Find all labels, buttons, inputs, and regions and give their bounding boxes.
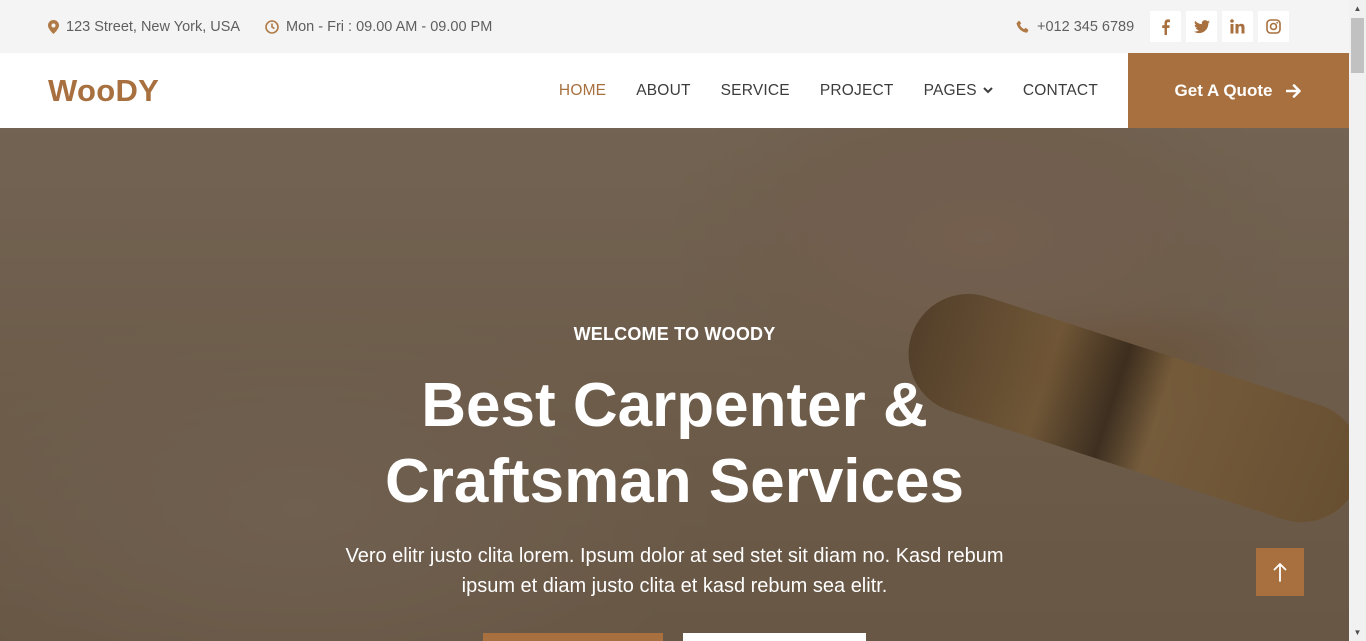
facebook-icon[interactable] <box>1150 11 1181 42</box>
hero-description-line1: Vero elitr justo clita lorem. Ipsum dolo… <box>345 545 1004 567</box>
clock-icon <box>265 19 279 34</box>
hours-info: Mon - Fri : 09.00 AM - 09.00 PM <box>265 0 492 53</box>
nav-contact[interactable]: CONTACT <box>1023 82 1098 100</box>
page-scrollbar[interactable] <box>1349 0 1366 641</box>
top-bar: 123 Street, New York, USA Mon - Fri : 09… <box>0 0 1349 53</box>
get-quote-label: Get A Quote <box>1174 80 1273 100</box>
scroll-down-arrow-icon[interactable]: ▼ <box>1349 624 1366 641</box>
hero-primary-button[interactable] <box>483 633 663 641</box>
chevron-down-icon <box>983 87 993 94</box>
map-marker-icon <box>48 19 59 34</box>
hero-description-line2: ipsum et diam justo clita et kasd rebum … <box>461 575 888 597</box>
linkedin-icon[interactable] <box>1222 11 1253 42</box>
phone-info[interactable]: +012 345 6789 <box>1016 0 1134 53</box>
back-to-top-button[interactable] <box>1256 548 1304 596</box>
hero-title-line2: Craftsman Services <box>385 447 964 516</box>
hours-text: Mon - Fri : 09.00 AM - 09.00 PM <box>286 18 493 35</box>
phone-icon <box>1016 20 1030 34</box>
nav-project[interactable]: PROJECT <box>820 82 894 100</box>
nav-home[interactable]: HOME <box>559 82 606 100</box>
arrow-up-icon <box>1273 562 1287 582</box>
nav-menu: HOME ABOUT SERVICE PROJECT PAGES CONTACT <box>529 53 1098 128</box>
main-navbar: WooDY HOME ABOUT SERVICE PROJECT PAGES C… <box>0 53 1349 128</box>
phone-text[interactable]: +012 345 6789 <box>1037 19 1134 35</box>
instagram-icon[interactable] <box>1258 11 1289 42</box>
brand-logo[interactable]: WooDY <box>48 53 159 128</box>
nav-service[interactable]: SERVICE <box>721 82 790 100</box>
hero-description: Vero elitr justo clita lorem. Ipsum dolo… <box>310 541 1039 601</box>
hero-subtitle: WELCOME TO WOODY <box>573 324 776 344</box>
hero-carousel: WELCOME TO WOODY Best Carpenter & Crafts… <box>0 128 1349 641</box>
scroll-up-arrow-icon[interactable]: ▲ <box>1349 0 1366 17</box>
twitter-icon[interactable] <box>1186 11 1217 42</box>
address-info: 123 Street, New York, USA <box>48 0 240 53</box>
get-quote-button[interactable]: Get A Quote <box>1128 53 1349 128</box>
arrow-right-icon <box>1286 83 1302 98</box>
hero-title-line1: Best Carpenter & <box>421 371 928 440</box>
hero-secondary-button[interactable] <box>683 633 866 641</box>
address-text: 123 Street, New York, USA <box>66 18 241 35</box>
social-links <box>1150 11 1289 42</box>
nav-pages-label: PAGES <box>923 81 977 99</box>
hero-title: Best Carpenter & Craftsman Services <box>0 368 1349 520</box>
nav-pages-dropdown[interactable]: PAGES <box>924 82 993 100</box>
scrollbar-thumb[interactable] <box>1351 18 1364 73</box>
nav-about[interactable]: ABOUT <box>636 82 690 100</box>
